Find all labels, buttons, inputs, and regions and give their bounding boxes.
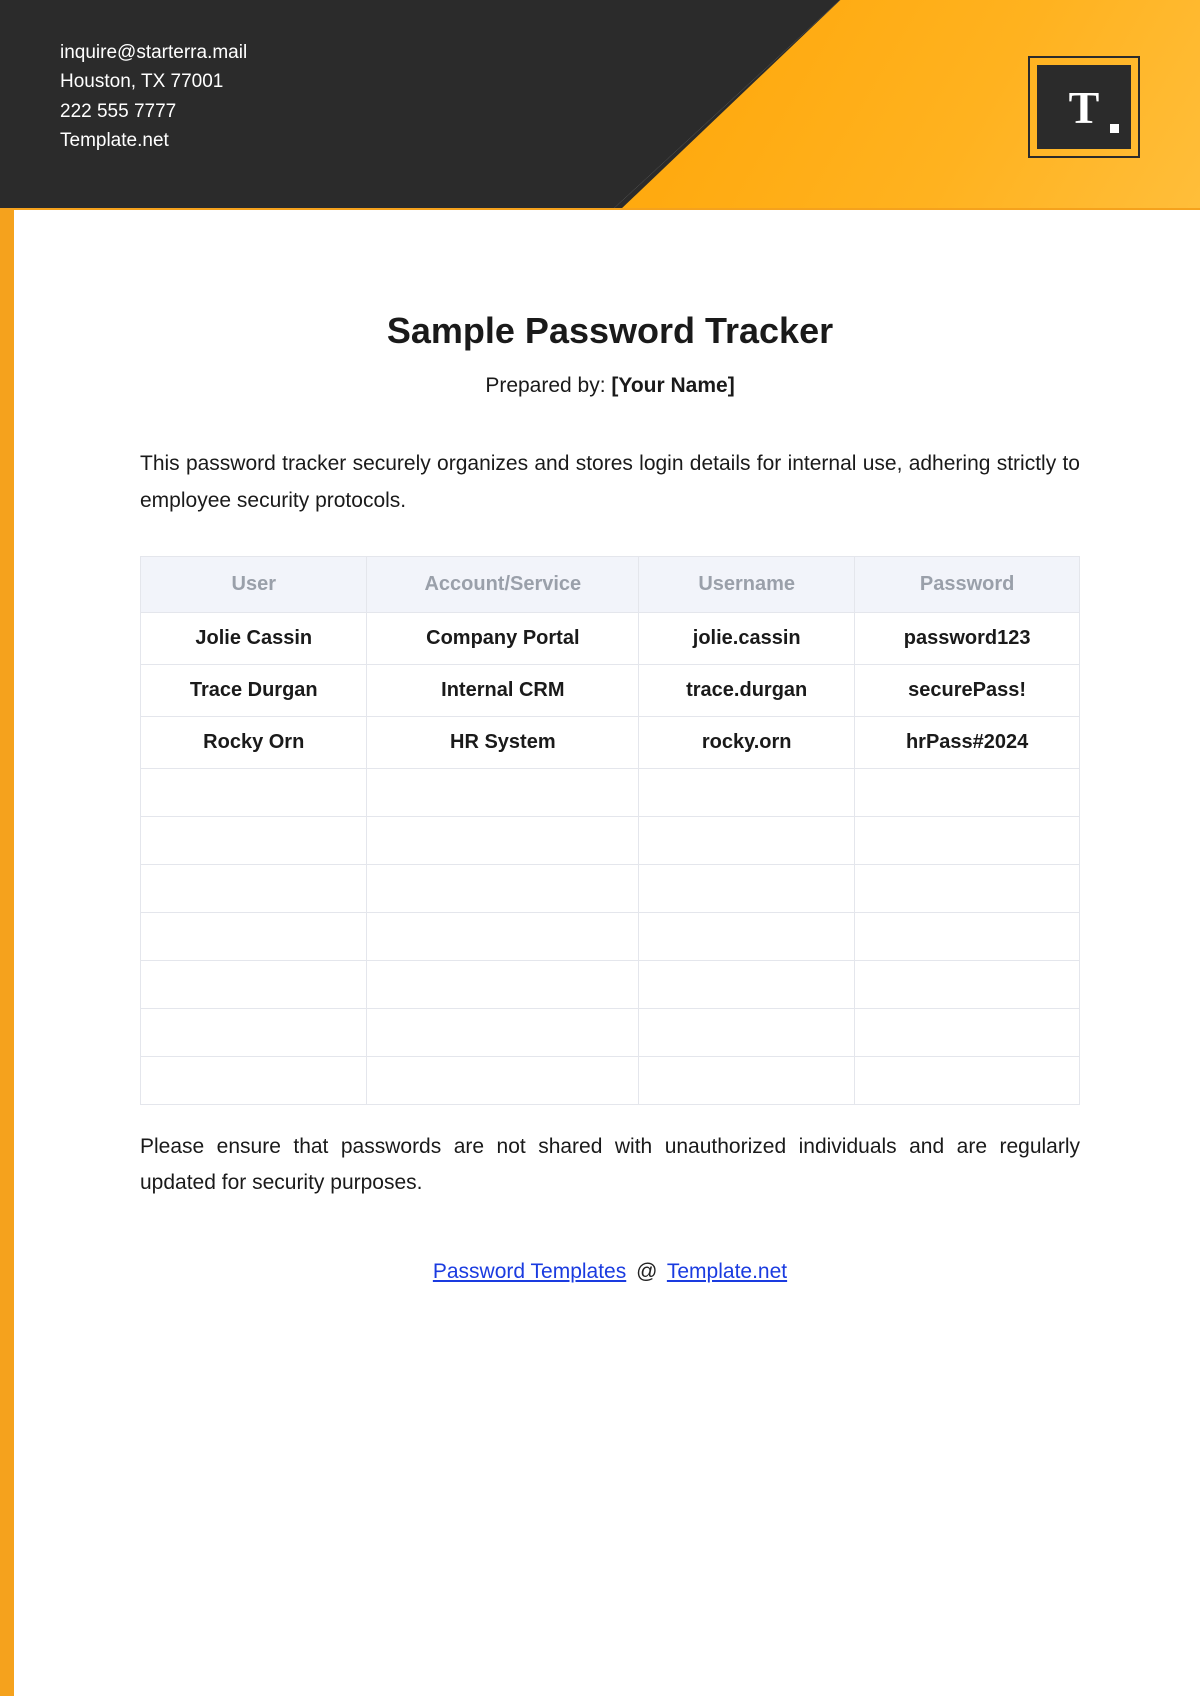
table-cell xyxy=(855,912,1080,960)
table-cell xyxy=(367,1008,639,1056)
col-account: Account/Service xyxy=(367,556,639,612)
link-template-net[interactable]: Template.net xyxy=(667,1260,787,1283)
table-row: Trace DurganInternal CRMtrace.durgansecu… xyxy=(141,664,1080,716)
table-row xyxy=(141,1056,1080,1104)
logo-dot-icon xyxy=(1110,124,1119,133)
col-username: Username xyxy=(639,556,855,612)
table-cell xyxy=(855,1008,1080,1056)
contact-site: Template.net xyxy=(60,126,247,155)
table-cell xyxy=(367,1056,639,1104)
table-cell: Jolie Cassin xyxy=(141,612,367,664)
outro-paragraph: Please ensure that passwords are not sha… xyxy=(140,1129,1080,1203)
document-header: inquire@starterra.mail Houston, TX 77001… xyxy=(0,0,1200,210)
table-cell: jolie.cassin xyxy=(639,612,855,664)
table-row xyxy=(141,912,1080,960)
table-cell: Company Portal xyxy=(367,612,639,664)
table-cell: Rocky Orn xyxy=(141,716,367,768)
table-cell: hrPass#2024 xyxy=(855,716,1080,768)
table-cell xyxy=(141,1056,367,1104)
logo: T xyxy=(1028,56,1140,158)
col-password: Password xyxy=(855,556,1080,612)
table-row xyxy=(141,1008,1080,1056)
table-row xyxy=(141,768,1080,816)
footer-separator: @ xyxy=(636,1260,657,1283)
table-cell: securePass! xyxy=(855,664,1080,716)
table-cell xyxy=(855,816,1080,864)
table-cell: Internal CRM xyxy=(367,664,639,716)
table-cell: password123 xyxy=(855,612,1080,664)
table-cell xyxy=(141,912,367,960)
password-table: User Account/Service Username Password J… xyxy=(140,556,1080,1105)
table-cell xyxy=(639,1008,855,1056)
table-cell: Trace Durgan xyxy=(141,664,367,716)
table-cell xyxy=(855,768,1080,816)
table-cell xyxy=(367,768,639,816)
table-cell xyxy=(855,960,1080,1008)
intro-paragraph: This password tracker securely organizes… xyxy=(140,446,1080,520)
table-header-row: User Account/Service Username Password xyxy=(141,556,1080,612)
contact-address: Houston, TX 77001 xyxy=(60,67,247,96)
table-cell xyxy=(639,768,855,816)
table-cell xyxy=(639,912,855,960)
table-cell: rocky.orn xyxy=(639,716,855,768)
contact-block: inquire@starterra.mail Houston, TX 77001… xyxy=(60,38,247,156)
table-row xyxy=(141,960,1080,1008)
table-cell xyxy=(855,864,1080,912)
table-cell xyxy=(367,960,639,1008)
footer-links: Password Templates @ Template.net xyxy=(140,1260,1080,1284)
table-cell xyxy=(141,768,367,816)
link-password-templates[interactable]: Password Templates xyxy=(433,1260,626,1283)
table-cell: HR System xyxy=(367,716,639,768)
col-user: User xyxy=(141,556,367,612)
table-cell: trace.durgan xyxy=(639,664,855,716)
logo-letter: T xyxy=(1069,81,1100,134)
table-row: Jolie CassinCompany Portaljolie.cassinpa… xyxy=(141,612,1080,664)
table-cell xyxy=(141,816,367,864)
table-cell xyxy=(367,816,639,864)
table-cell xyxy=(141,1008,367,1056)
table-cell xyxy=(141,864,367,912)
table-cell xyxy=(639,960,855,1008)
table-cell xyxy=(639,864,855,912)
left-accent-stripe xyxy=(0,210,14,1696)
contact-email: inquire@starterra.mail xyxy=(60,38,247,67)
table-cell xyxy=(367,912,639,960)
table-row: Rocky OrnHR Systemrocky.ornhrPass#2024 xyxy=(141,716,1080,768)
table-cell xyxy=(367,864,639,912)
contact-phone: 222 555 7777 xyxy=(60,97,247,126)
page-title: Sample Password Tracker xyxy=(140,310,1080,352)
table-cell xyxy=(855,1056,1080,1104)
prepared-by-value: [Your Name] xyxy=(611,374,734,397)
prepared-by-label: Prepared by: xyxy=(485,374,611,397)
table-row xyxy=(141,864,1080,912)
prepared-by-line: Prepared by: [Your Name] xyxy=(140,374,1080,398)
table-cell xyxy=(639,816,855,864)
logo-inner: T xyxy=(1037,65,1131,149)
document-body: Sample Password Tracker Prepared by: [Yo… xyxy=(0,210,1200,1284)
table-cell xyxy=(639,1056,855,1104)
table-cell xyxy=(141,960,367,1008)
table-row xyxy=(141,816,1080,864)
